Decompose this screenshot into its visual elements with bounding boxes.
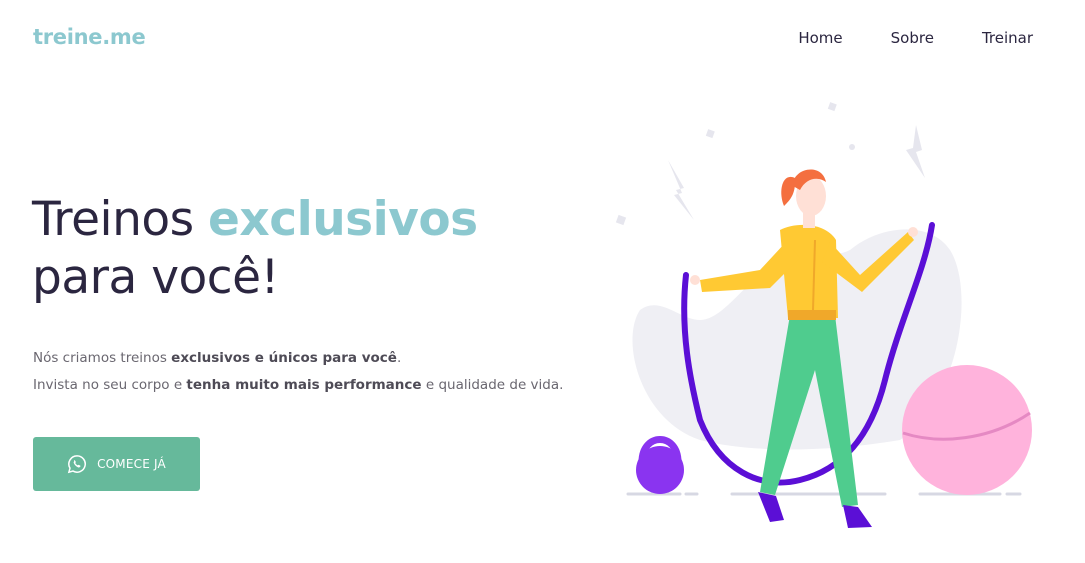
nav-home[interactable]: Home (798, 29, 842, 47)
jump-rope-illustration (615, 102, 1032, 528)
kettlebell (636, 436, 684, 494)
hero-line-1-suffix: . (396, 350, 402, 366)
exercise-ball (902, 365, 1032, 495)
hero-line-1-prefix: Nós criamos treinos (33, 350, 172, 366)
decorative-sparkles (615, 102, 925, 226)
person-torso (780, 224, 838, 320)
hero-line-2-prefix: Invista no seu corpo e (33, 377, 187, 393)
nav-treinar[interactable]: Treinar (982, 29, 1033, 47)
nav-sobre[interactable]: Sobre (891, 29, 934, 47)
logo[interactable]: treine.me (33, 25, 146, 49)
person-head (781, 169, 826, 228)
hero-title-suffix: para você! (32, 250, 279, 305)
hero-title-highlight: exclusivos (208, 192, 478, 247)
main-nav: Home Sobre Treinar (750, 29, 1033, 47)
hero-line-1-bold: exclusivos e únicos para você (171, 350, 397, 366)
hero-line-2-bold: tenha muito mais performance (186, 377, 422, 393)
hero-title: Treinos exclusivos para você! (32, 191, 478, 307)
hero-title-prefix: Treinos (32, 192, 209, 247)
start-now-label: COMECE JÁ (97, 457, 166, 471)
hero-line-2: Invista no seu corpo e tenha muito mais … (33, 372, 563, 399)
hero-line-1: Nós criamos treinos exclusivos e únicos … (33, 345, 563, 372)
start-now-button[interactable]: COMECE JÁ (33, 437, 200, 491)
hero-description: Nós criamos treinos exclusivos e únicos … (33, 345, 563, 399)
hero-line-2-suffix: e qualidade de vida. (421, 377, 564, 393)
whatsapp-icon (67, 454, 87, 474)
